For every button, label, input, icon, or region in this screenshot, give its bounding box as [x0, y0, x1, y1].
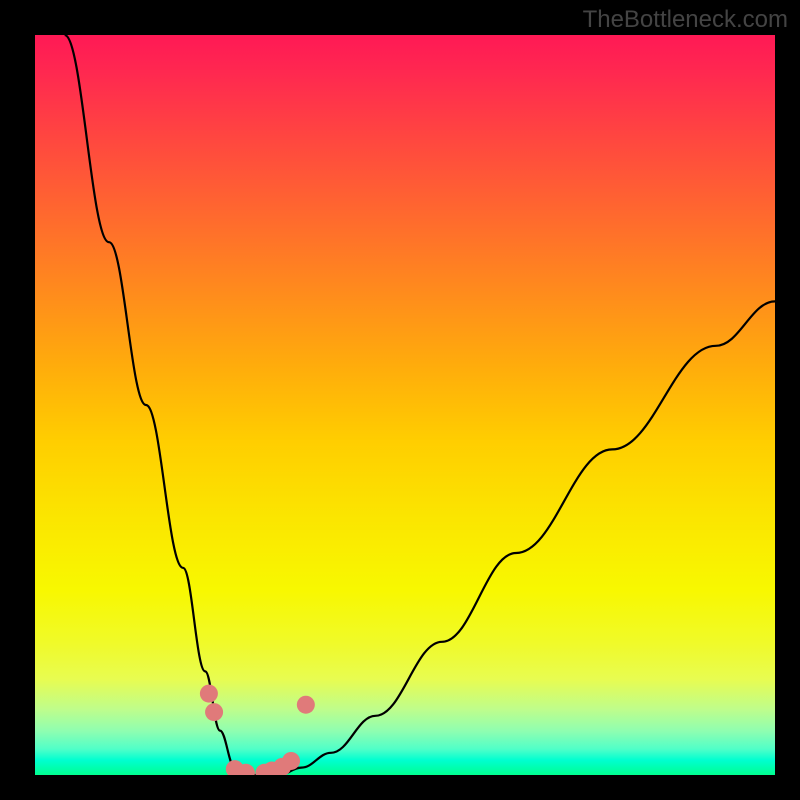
marker-dot: [200, 685, 218, 703]
chart-container: TheBottleneck.com: [0, 0, 800, 800]
marker-dot: [205, 703, 223, 721]
marker-dots: [200, 685, 315, 775]
curve-path: [65, 35, 775, 775]
bottleneck-curve: [35, 35, 775, 775]
marker-dot: [282, 752, 300, 770]
marker-dot: [297, 696, 315, 714]
watermark-text: TheBottleneck.com: [583, 6, 788, 34]
plot-area: [35, 35, 775, 775]
